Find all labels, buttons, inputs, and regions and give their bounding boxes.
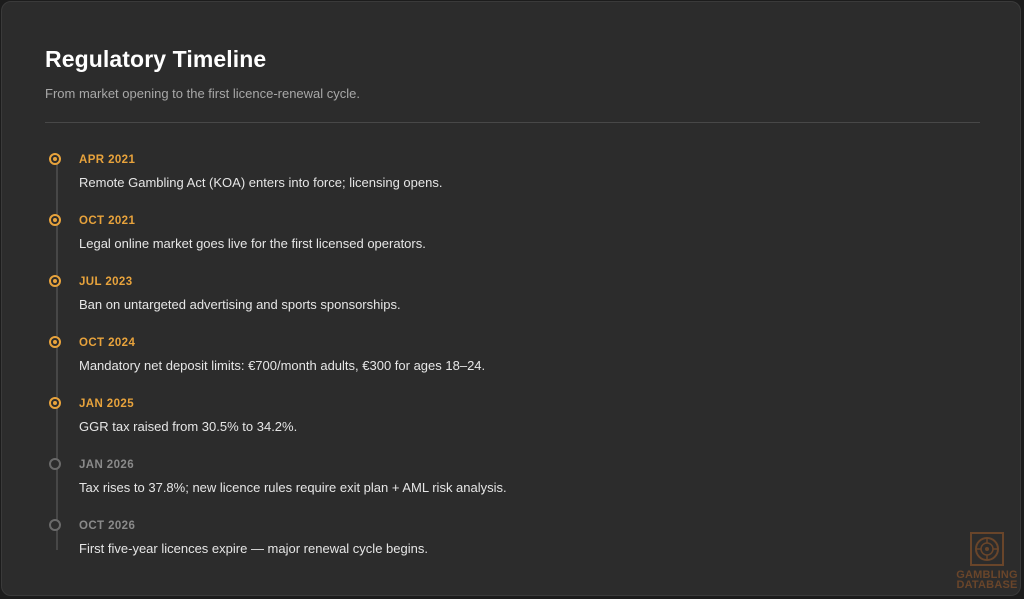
watermark-line-2: DATABASE	[956, 579, 1018, 591]
timeline-card: Regulatory Timeline From market opening …	[1, 1, 1021, 596]
milestone-dot-icon	[49, 458, 61, 470]
timeline-event: OCT 2021 Legal online market goes live f…	[2, 63, 1002, 251]
event-date: JAN 2026	[79, 459, 134, 471]
roulette-icon	[970, 532, 1004, 566]
watermark-text: GAMBLING DATABASE	[954, 570, 1020, 591]
timeline-event: OCT 2024 Mandatory net deposit limits: €…	[2, 185, 1002, 373]
timeline: APR 2021 Remote Gambling Act (KOA) enter…	[2, 2, 1020, 595]
timeline-event: JAN 2025 GGR tax raised from 30.5% to 34…	[2, 246, 1002, 434]
event-date: OCT 2026	[79, 520, 136, 532]
watermark-logo: GAMBLING DATABASE	[954, 532, 1020, 594]
event-description: First five-year licences expire — major …	[79, 541, 428, 556]
event-description: Tax rises to 37.8%; new licence rules re…	[79, 480, 507, 495]
event-description: GGR tax raised from 30.5% to 34.2%.	[79, 419, 298, 434]
milestone-dot-icon	[49, 519, 61, 531]
timeline-event: JAN 2026 Tax rises to 37.8%; new licence…	[2, 307, 1002, 495]
timeline-event: APR 2021 Remote Gambling Act (KOA) enter…	[2, 2, 1002, 190]
timeline-event: OCT 2026 First five-year licences expire…	[2, 368, 1002, 556]
timeline-event: JUL 2023 Ban on untargeted advertising a…	[2, 124, 1002, 312]
